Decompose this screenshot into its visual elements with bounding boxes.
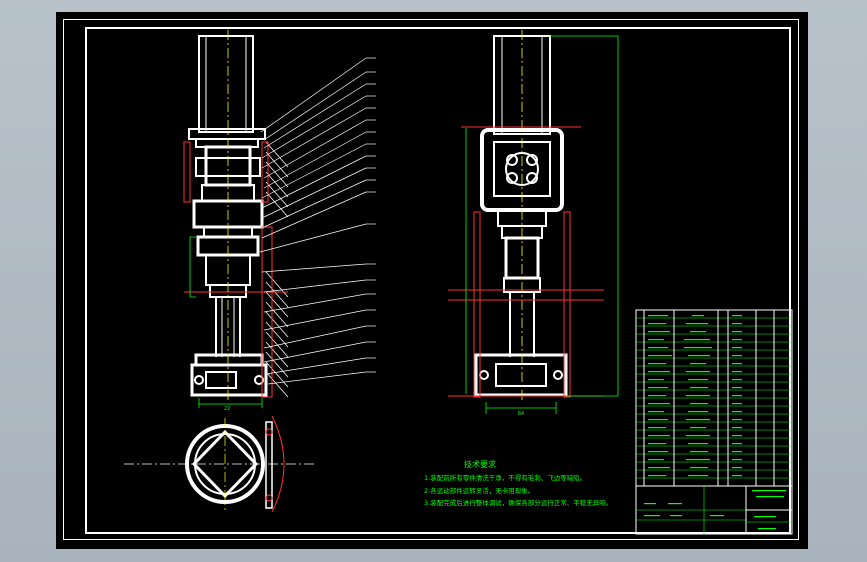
leader-lines [259,57,367,385]
cad-drawing: 22 84 [124,30,793,535]
right-side-view [474,35,568,397]
technical-requirement-3: 3.装配完成后进行整体调试，确保各部分运行正常、平稳无异响。 [424,499,613,507]
parts-list [635,309,793,535]
plan-view [185,421,273,509]
left-red-supports [183,141,288,398]
section-hatch [265,141,289,398]
left-dimensions [189,236,263,408]
right-width-dimension: 84 [518,411,524,417]
technical-requirements-title: 技术要求 [464,460,496,469]
left-elevation-view [188,35,268,397]
drawing-sheet: 22 84 技术要求 1.装配前所有零件清洗干净，不得有毛刺、飞边等缺陷。 2.… [56,12,808,549]
part-number-ticks [366,57,376,373]
technical-requirement-1: 1.装配前所有零件清洗干净，不得有毛刺、飞边等缺陷。 [424,474,587,482]
left-width-dimension: 22 [224,406,230,412]
technical-requirement-2: 2.各运动部件运转灵活，无卡阻现象。 [424,487,535,495]
